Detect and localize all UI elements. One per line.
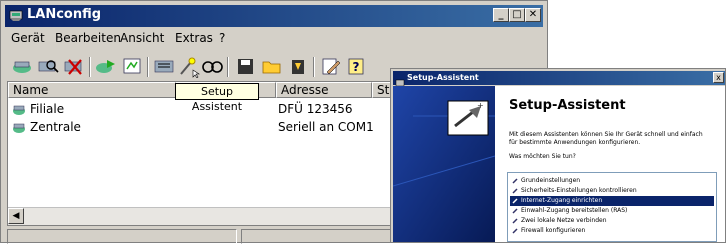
setup-wizard-icon[interactable] xyxy=(175,54,201,79)
device-address: DFÜ 123456 xyxy=(278,102,353,116)
maximize-button[interactable]: □ xyxy=(509,8,525,22)
wizard-option-selected[interactable]: Internet-Zugang einrichten xyxy=(510,196,714,206)
wizard-title-bar[interactable]: Setup-Assistent x xyxy=(393,71,725,87)
help-icon[interactable]: ? xyxy=(343,54,369,78)
delete-icon[interactable] xyxy=(61,54,87,78)
network-icon[interactable] xyxy=(93,54,119,78)
wizard-app-icon xyxy=(395,73,405,87)
tool-icon xyxy=(512,207,519,214)
tool-icon xyxy=(512,227,519,234)
tool-icon xyxy=(512,177,519,184)
list-item[interactable]: Zentrale Seriell an COM1 xyxy=(8,118,394,136)
toolbar-separator xyxy=(313,57,315,77)
toolbar-separator xyxy=(147,57,149,77)
tool-icon xyxy=(512,217,519,224)
save-icon[interactable] xyxy=(233,54,259,78)
wizard-description: Mit diesem Assistenten können Sie Ihr Ge… xyxy=(509,131,703,146)
close-button[interactable]: ✕ xyxy=(525,8,541,22)
setup-wizard-window: Setup-Assistent x + Setup-Assistent Mit … xyxy=(390,68,726,243)
scroll-left-icon[interactable]: ◀ xyxy=(8,208,24,224)
menu-bar: Gerät Bearbeiten Ansicht Extras ? xyxy=(5,27,543,49)
tool-icon xyxy=(512,197,519,204)
wizard-question: Was möchten Sie tun? xyxy=(509,153,576,160)
device-icon xyxy=(12,121,26,133)
lanconfig-app-icon xyxy=(9,7,23,21)
configure-icon[interactable] xyxy=(119,54,145,78)
device-address: Seriell an COM1 xyxy=(278,120,374,134)
device-name: Filiale xyxy=(30,102,65,116)
edit-icon[interactable] xyxy=(317,54,343,78)
svg-text:+: + xyxy=(477,101,484,110)
settings-icon[interactable] xyxy=(151,54,177,78)
menu-geraet[interactable]: Gerät xyxy=(11,30,45,46)
title-bar[interactable]: LANconfig _ □ ✕ xyxy=(5,5,543,27)
horizontal-scrollbar[interactable]: ◀ xyxy=(8,207,394,225)
toolbar-separator xyxy=(227,57,229,77)
menu-extras[interactable]: Extras xyxy=(175,30,213,46)
wizard-option[interactable]: Zwei lokale Netze verbinden xyxy=(510,216,714,226)
wizard-option[interactable]: Grundeinstellungen xyxy=(510,176,714,186)
firmware-icon[interactable] xyxy=(285,54,311,78)
wizard-title: Setup-Assistent xyxy=(407,73,479,82)
status-panel xyxy=(7,229,237,244)
window-title: LANconfig xyxy=(27,7,102,22)
device-name: Zentrale xyxy=(30,120,81,134)
wizard-content: Setup-Assistent Mit diesem Assistenten k… xyxy=(495,86,725,242)
svg-text:?: ? xyxy=(353,60,360,74)
wizard-heading: Setup-Assistent xyxy=(509,98,626,113)
tool-icon xyxy=(512,187,519,194)
menu-bearbeiten[interactable]: Bearbeiten xyxy=(55,30,121,46)
tooltip: Setup Assistent xyxy=(175,83,259,113)
wizard-option[interactable]: Einwahl-Zugang bereitstellen (RAS) xyxy=(510,206,714,216)
column-header-address[interactable]: Adresse xyxy=(276,82,372,98)
menu-ansicht[interactable]: Ansicht xyxy=(120,30,164,46)
column-header-name[interactable]: Name xyxy=(8,82,176,98)
device-icon xyxy=(12,103,26,115)
wizard-close-button[interactable]: x xyxy=(713,72,724,83)
open-folder-icon[interactable] xyxy=(259,54,285,78)
search-icon[interactable] xyxy=(35,54,61,78)
wizard-options-list[interactable]: Grundeinstellungen Sicherheits-Einstellu… xyxy=(507,172,717,242)
minimize-button[interactable]: _ xyxy=(493,8,509,22)
wizard-option[interactable]: Firewall konfigurieren xyxy=(510,226,714,236)
toolbar-separator xyxy=(89,57,91,77)
wizard-emblem-icon: + xyxy=(393,86,495,242)
wizard-option[interactable]: Sicherheits-Einstellungen kontrollieren xyxy=(510,186,714,196)
connect-icon[interactable] xyxy=(9,54,35,78)
menu-help[interactable]: ? xyxy=(219,30,225,46)
wizard-side-panel: + xyxy=(393,86,495,242)
monitor-icon[interactable] xyxy=(199,54,225,78)
